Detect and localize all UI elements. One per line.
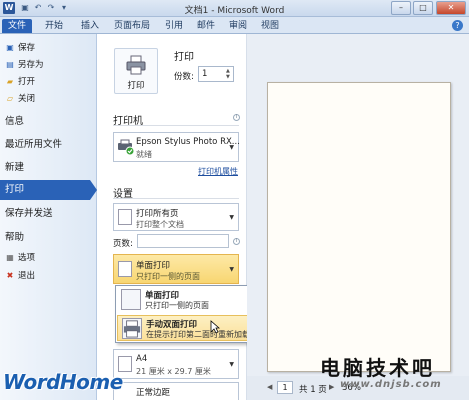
chevron-down-icon: ▼	[229, 361, 234, 368]
backstage-nav: ▣ 保存 ▤ 另存为 ▰ 打开 ▱ 关闭 信息 最近所用文件 新建 打印 保存并…	[0, 34, 97, 400]
nav-item-label: 关闭	[18, 94, 36, 104]
printer-dropdown[interactable]: Epson Stylus Photo RX... 就绪 ▼	[113, 132, 240, 162]
save-as-icon: ▤	[6, 60, 14, 69]
print-range-sub: 打印整个文档	[136, 220, 184, 229]
exit-icon: ✖	[6, 271, 14, 280]
title-bar: W ▣ ↶ ↷ ▾ 文档1 - Microsoft Word – □ ✕	[0, 0, 469, 17]
print-range-main: 打印所有页	[136, 209, 179, 219]
margins-dropdown[interactable]: 正常边距	[113, 382, 239, 400]
menu-item-single-sided[interactable]: 单面打印 只打印一侧的页面	[117, 287, 259, 313]
tab-insert[interactable]: 插入	[76, 19, 104, 33]
pages-label: 页数:	[113, 239, 133, 249]
print-settings-pane: 打印 打印 份数: 1 ▲ ▼ 打印机 i Epson Stylus Photo …	[97, 34, 247, 400]
nav-recent[interactable]: 最近所用文件	[0, 135, 97, 155]
tab-file[interactable]: 文件	[2, 19, 32, 33]
single-side-icon	[121, 289, 141, 310]
paper-size-dropdown[interactable]: A4 21 厘米 x 29.7 厘米 ▼	[113, 349, 239, 379]
tab-references[interactable]: 引用	[160, 19, 188, 33]
nav-item-label: 打开	[18, 77, 36, 87]
minimize-button[interactable]: –	[391, 1, 411, 15]
pages-info-icon[interactable]: i	[233, 238, 240, 245]
copies-label: 份数:	[174, 72, 194, 82]
nav-new[interactable]: 新建	[0, 158, 97, 178]
nav-item-label: 保存	[18, 43, 36, 53]
printer-device-icon	[118, 139, 135, 156]
pages-input[interactable]	[137, 234, 229, 248]
divider	[113, 125, 239, 126]
single-side-icon	[118, 261, 132, 277]
print-section-title: 打印	[174, 52, 194, 63]
manual-duplex-icon	[122, 318, 142, 339]
print-preview-pane: ◀ 1 共 1 页 ▶ 36%	[247, 34, 469, 400]
watermark-site-name: 电脑技术吧	[320, 356, 435, 380]
nav-help[interactable]: 帮助	[0, 228, 97, 248]
duplex-sub: 只打印一侧的页面	[136, 272, 200, 281]
tab-mailings[interactable]: 邮件	[192, 19, 220, 33]
tab-review[interactable]: 审阅	[224, 19, 252, 33]
save-icon: ▣	[6, 43, 14, 52]
nav-item-close[interactable]: ▱ 关闭	[0, 91, 97, 107]
preview-page	[267, 82, 451, 372]
maximize-button[interactable]: □	[413, 1, 433, 15]
duplex-dropdown[interactable]: 单面打印 只打印一侧的页面 ▼	[113, 254, 239, 284]
watermark-wordhome: WordHome	[3, 370, 123, 394]
nav-print[interactable]: 打印	[0, 180, 97, 200]
prev-page-icon[interactable]: ◀	[267, 383, 272, 391]
duplex-popup-menu: 单面打印 只打印一侧的页面 手动双面打印 在提示打印第二面时重新加载纸张	[115, 285, 266, 343]
nav-item-label: 另存为	[18, 60, 44, 70]
print-range-dropdown[interactable]: 打印所有页 打印整个文档 ▼	[113, 203, 239, 231]
close-button[interactable]: ✕	[436, 1, 466, 15]
pages-icon	[118, 209, 132, 225]
ribbon-tab-row: 文件 开始 插入 页面布局 引用 邮件 审阅 视图 ?	[0, 17, 469, 34]
next-page-icon[interactable]: ▶	[329, 383, 334, 391]
help-icon[interactable]: ?	[452, 20, 463, 31]
tab-home[interactable]: 开始	[40, 19, 68, 33]
printer-icon	[126, 55, 146, 75]
menu-item-sub: 只打印一侧的页面	[145, 301, 209, 310]
nav-info[interactable]: 信息	[0, 112, 97, 132]
paper-size-main: A4	[136, 354, 148, 364]
nav-item-open[interactable]: ▰ 打开	[0, 74, 97, 90]
tab-page-layout[interactable]: 页面布局	[110, 19, 154, 33]
close-folder-icon: ▱	[6, 94, 14, 103]
print-button[interactable]: 打印	[114, 48, 158, 94]
chevron-down-icon: ▼	[229, 214, 234, 221]
menu-item-manual-duplex[interactable]: 手动双面打印 在提示打印第二面时重新加载纸张	[117, 315, 266, 341]
chevron-down-icon: ▼	[229, 144, 234, 151]
tab-view[interactable]: 视图	[256, 19, 284, 33]
copies-value: 1	[202, 69, 208, 79]
printer-info-icon[interactable]: i	[233, 114, 240, 121]
page-total: 共 1 页	[299, 385, 327, 395]
print-button-label: 打印	[127, 81, 145, 91]
watermark-url: www.dnjsb.com	[340, 379, 442, 390]
printer-status: 就绪	[136, 150, 152, 159]
printer-name: Epson Stylus Photo RX...	[136, 137, 240, 147]
copies-spinner[interactable]: ▲ ▼	[226, 68, 232, 80]
nav-item-save[interactable]: ▣ 保存	[0, 40, 97, 56]
nav-save-send[interactable]: 保存并发送	[0, 204, 97, 224]
nav-item-label: 选项	[18, 253, 36, 263]
paper-size-sub: 21 厘米 x 29.7 厘米	[136, 367, 211, 376]
mouse-cursor-icon	[210, 320, 220, 334]
duplex-main: 单面打印	[136, 261, 171, 271]
divider	[113, 198, 239, 199]
copies-input[interactable]: 1 ▲ ▼	[198, 66, 234, 82]
nav-item-options[interactable]: ▦ 选项	[0, 250, 97, 266]
open-folder-icon: ▰	[6, 77, 14, 86]
nav-item-exit[interactable]: ✖ 退出	[0, 268, 97, 284]
page-number-input[interactable]: 1	[277, 381, 293, 394]
options-icon: ▦	[6, 253, 14, 262]
chevron-down-icon: ▼	[229, 266, 234, 273]
nav-item-save-as[interactable]: ▤ 另存为	[0, 57, 97, 73]
nav-item-label: 退出	[18, 271, 36, 281]
printer-properties-link[interactable]: 打印机属性	[198, 166, 238, 177]
margins-main: 正常边距	[136, 388, 171, 398]
